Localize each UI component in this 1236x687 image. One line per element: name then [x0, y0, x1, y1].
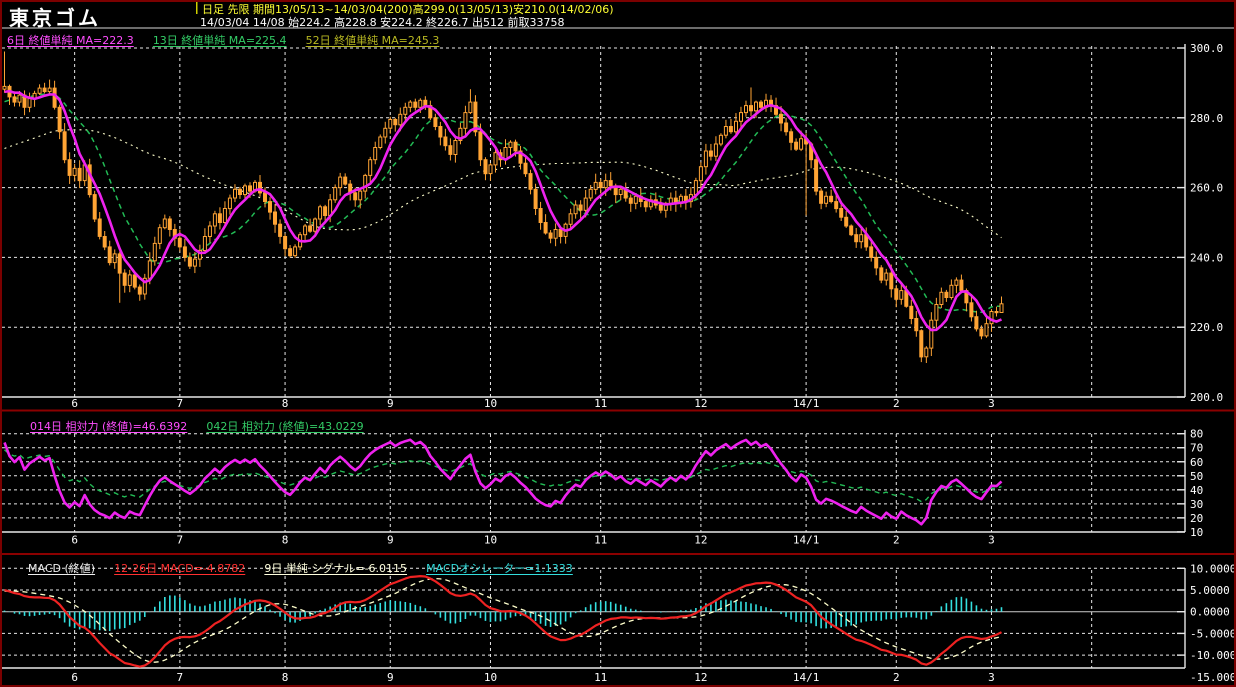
rsi14-legend-label: 014日 相対力 (終値)=46.6392 — [30, 420, 188, 433]
svg-text:2: 2 — [893, 534, 900, 547]
svg-text:-15.0000: -15.0000 — [1190, 671, 1236, 684]
svg-text:7: 7 — [177, 671, 184, 684]
svg-text:40: 40 — [1190, 484, 1203, 497]
svg-text:9: 9 — [387, 397, 394, 410]
macd-signal-label: 9日 単純 シグナル=-6.0115 — [264, 562, 408, 575]
svg-text:8: 8 — [282, 397, 289, 410]
svg-text:200.0: 200.0 — [1190, 391, 1223, 404]
rsi-legend: 014日 相対力 (終値)=46.6392 042日 相対力 (終値)=43.0… — [30, 415, 378, 434]
svg-text:3: 3 — [988, 671, 995, 684]
svg-text:300.0: 300.0 — [1190, 42, 1223, 55]
svg-text:10: 10 — [484, 397, 497, 410]
svg-text:-10.0000: -10.0000 — [1190, 649, 1236, 662]
svg-text:7: 7 — [177, 534, 184, 547]
svg-text:11: 11 — [594, 534, 607, 547]
svg-text:6: 6 — [71, 397, 78, 410]
instrument-title: 東京ゴム — [9, 6, 101, 30]
svg-text:14/1: 14/1 — [793, 397, 820, 410]
svg-text:10.0000: 10.0000 — [1190, 562, 1236, 575]
quote-info-line: 14/03/04 14/08 始224.2 高228.8 安224.2 終226… — [200, 16, 565, 29]
ma52-line — [4, 129, 1002, 239]
svg-text:0.0000: 0.0000 — [1190, 606, 1230, 619]
chart-application-window: 6 6 6 7 7 7 8 8 8 9 9 9 10 10 10 11 11 11 12 12 12 14/1 14/1 14… — [0, 0, 1236, 687]
svg-text:7: 7 — [177, 397, 184, 410]
svg-text:9: 9 — [387, 534, 394, 547]
ma6-line — [4, 89, 1003, 332]
svg-text:3: 3 — [988, 534, 995, 547]
svg-text:3: 3 — [988, 397, 995, 410]
svg-text:280.0: 280.0 — [1190, 112, 1223, 125]
svg-text:8: 8 — [282, 534, 289, 547]
svg-text:8: 8 — [282, 671, 289, 684]
window-frame — [0, 0, 1236, 687]
grid-and-axes: 6 6 6 7 7 7 8 8 8 9 9 9 10 10 10 11 11 11 12 12 12 14/1 14/1 14… — [2, 42, 1236, 684]
macd-value-label: 12-26日 MACD=-4.8782 — [114, 562, 246, 575]
svg-text:11: 11 — [594, 671, 607, 684]
ma6-legend-label: 6日 終値単純 MA=222.3 — [7, 34, 134, 47]
svg-text:12: 12 — [694, 534, 707, 547]
macd-oscillator-label: MACDオシレーター=1.1333 — [426, 562, 573, 575]
svg-text:30: 30 — [1190, 498, 1203, 511]
svg-text:10: 10 — [484, 534, 497, 547]
svg-text:-5.0000: -5.0000 — [1190, 627, 1236, 640]
svg-text:2: 2 — [893, 397, 900, 410]
ma-legend: 6日 終値単純 MA=222.3 13日 終値単純 MA=225.4 52日 終… — [7, 29, 453, 48]
ma13-line — [4, 92, 1002, 314]
candlesticks — [2, 51, 1004, 364]
svg-text:260.0: 260.0 — [1190, 182, 1223, 195]
svg-text:9: 9 — [387, 671, 394, 684]
macd-legend: MACD (終値) 12-26日 MACD=-4.8782 9日 単純 シグナル… — [28, 557, 587, 576]
svg-text:12: 12 — [694, 397, 707, 410]
macd-legend-title: MACD (終値) — [28, 562, 96, 575]
svg-text:2: 2 — [893, 671, 900, 684]
svg-text:10: 10 — [1190, 526, 1203, 539]
pane-separators — [0, 0, 1236, 687]
svg-text:14/1: 14/1 — [793, 534, 820, 547]
svg-text:240.0: 240.0 — [1190, 251, 1223, 264]
svg-text:80: 80 — [1190, 428, 1203, 441]
rsi14-line — [3, 438, 1003, 526]
svg-text:70: 70 — [1190, 442, 1203, 455]
svg-text:20: 20 — [1190, 512, 1203, 525]
chart-canvas: 6 6 6 7 7 7 8 8 8 9 9 9 10 10 10 11 11 11 12 12 12 14/1 14/1 14… — [0, 0, 1236, 687]
ma13-legend-label: 13日 終値単純 MA=225.4 — [152, 34, 287, 47]
svg-text:10: 10 — [484, 671, 497, 684]
svg-text:12: 12 — [694, 671, 707, 684]
svg-text:6: 6 — [71, 534, 78, 547]
svg-text:60: 60 — [1190, 456, 1203, 469]
svg-text:220.0: 220.0 — [1190, 321, 1223, 334]
svg-text:14/1: 14/1 — [793, 671, 820, 684]
svg-text:5.0000: 5.0000 — [1190, 584, 1230, 597]
rsi42-legend-label: 042日 相対力 (終値)=43.0229 — [206, 420, 364, 433]
svg-text:50: 50 — [1190, 470, 1203, 483]
ma52-legend-label: 52日 終値単純 MA=245.3 — [305, 34, 440, 47]
svg-text:11: 11 — [594, 397, 607, 410]
svg-text:6: 6 — [71, 671, 78, 684]
macd-histogram — [3, 595, 1003, 632]
